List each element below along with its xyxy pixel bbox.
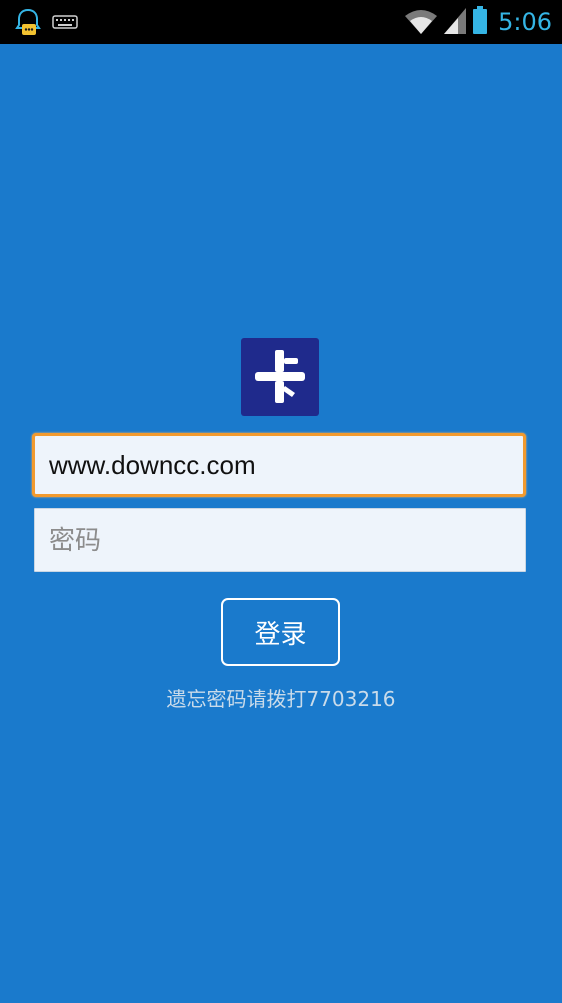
login-screen: 5:06 登录 遗忘密码请拨打7703216 xyxy=(0,0,562,1003)
wifi-icon xyxy=(404,8,438,38)
password-field[interactable] xyxy=(34,508,526,572)
keyboard-icon xyxy=(52,14,78,42)
status-bar: 5:06 xyxy=(0,0,562,44)
card-logo-icon xyxy=(241,338,319,416)
username-field[interactable] xyxy=(32,433,526,497)
login-button[interactable]: 登录 xyxy=(221,598,340,666)
status-icons xyxy=(404,6,488,38)
status-time: 5:06 xyxy=(498,8,552,36)
signal-icon xyxy=(444,8,466,38)
battery-icon xyxy=(472,6,488,38)
notification-agent-icon xyxy=(14,8,42,36)
forgot-password-hint: 遗忘密码请拨打7703216 xyxy=(166,687,396,711)
